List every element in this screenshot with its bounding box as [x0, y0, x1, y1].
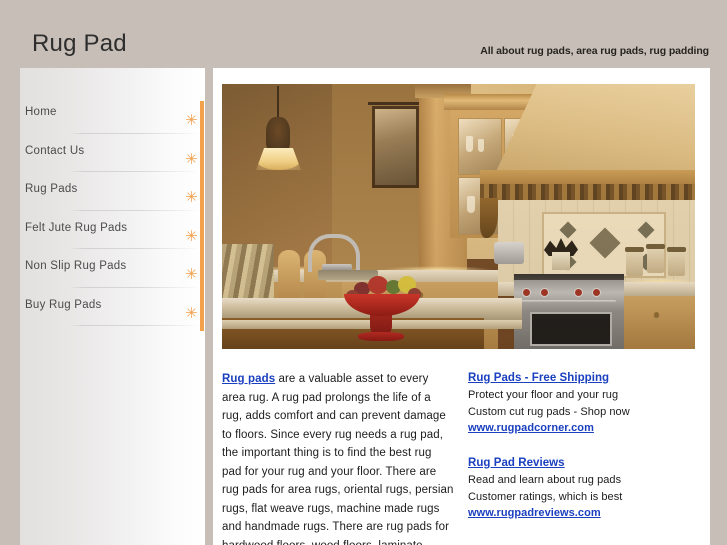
hero-kitchen-photo [222, 84, 695, 349]
sidebar-item-rug-pads[interactable]: Rug Pads ✳ [20, 172, 205, 211]
ad-description-line: Protect your floor and your rug [468, 389, 619, 401]
ad-description-line: Custom cut rug pads - Shop now [468, 405, 630, 418]
star-icon: ✳ [185, 303, 198, 322]
ad-description-line: Read and learn about rug pads [468, 474, 622, 486]
page-root: Rug Pad All about rug pads, area rug pad… [0, 0, 727, 545]
page-title: Rug Pad [32, 30, 127, 57]
article-text-column: Rug pads are a valuable asset to every a… [222, 370, 454, 545]
ad-title-link[interactable]: Rug Pad Reviews [468, 455, 700, 472]
sidebar-item-label: Rug Pads [25, 183, 78, 195]
ad-block-rug-pads-free-shipping: Rug Pads - Free Shipping Protect your fl… [468, 370, 700, 437]
sidebar-accent-bar [200, 101, 204, 331]
sidebar-item-felt-jute-rug-pads[interactable]: Felt Jute Rug Pads ✳ [20, 211, 205, 249]
main-content: Rug pads are a valuable asset to every a… [213, 68, 710, 545]
ad-block-rug-pad-reviews: Rug Pad Reviews Read and learn about rug… [468, 455, 700, 522]
sidebar-item-label: Contact Us [25, 144, 85, 157]
star-icon: ✳ [185, 149, 198, 168]
nav-top-spacer [20, 68, 205, 95]
rug-pads-link[interactable]: Rug pads [222, 373, 275, 385]
ads-column: Rug Pads - Free Shipping Protect your fl… [468, 370, 700, 540]
article-paragraph-text: are a valuable asset to every area rug. … [222, 373, 454, 545]
sidebar-item-label: Felt Jute Rug Pads [25, 221, 128, 234]
site-tagline: All about rug pads, area rug pads, rug p… [480, 45, 709, 57]
sidebar-item-home[interactable]: Home ✳ [20, 95, 205, 134]
sidebar-item-buy-rug-pads[interactable]: Buy Rug Pads ✳ [20, 288, 205, 326]
nav-separator [68, 325, 199, 326]
article-paragraph: Rug pads are a valuable asset to every a… [222, 370, 454, 545]
ad-description-line: Customer ratings, which is best [468, 490, 623, 503]
sidebar-item-contact-us[interactable]: Contact Us ✳ [20, 134, 205, 172]
star-icon: ✳ [185, 265, 198, 283]
sidebar-item-label: Non Slip Rug Pads [25, 260, 127, 272]
sidebar-item-non-slip-rug-pads[interactable]: Non Slip Rug Pads ✳ [20, 249, 205, 288]
sidebar-item-label: Buy Rug Pads [25, 298, 102, 311]
sidebar-navigation: Home ✳ Contact Us ✳ Rug Pads ✳ Felt Jute… [20, 68, 205, 545]
star-icon: ✳ [185, 188, 198, 206]
star-icon: ✳ [185, 111, 198, 129]
sidebar-item-label: Home [25, 106, 57, 118]
star-icon: ✳ [185, 226, 198, 245]
ad-url-link[interactable]: www.rugpadreviews.com [468, 505, 700, 522]
ad-title-link[interactable]: Rug Pads - Free Shipping [468, 370, 700, 387]
site-header: Rug Pad All about rug pads, area rug pad… [0, 0, 727, 68]
ad-url-link[interactable]: www.rugpadcorner.com [468, 420, 700, 437]
